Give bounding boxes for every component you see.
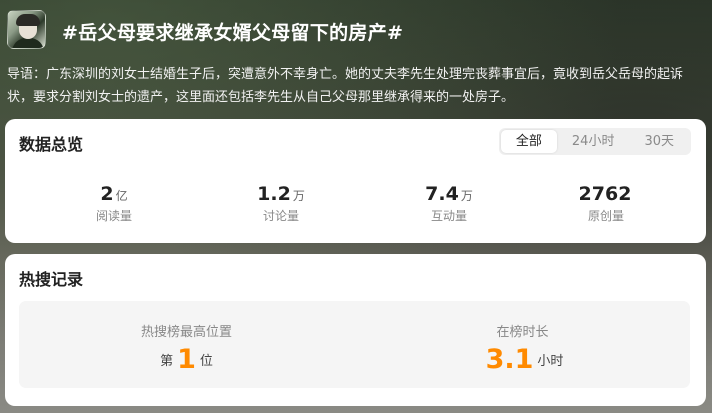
peak-suffix: 位 [199, 354, 213, 369]
stat-unit: 万 [292, 189, 305, 203]
tab-24h[interactable]: 24小时 [557, 130, 630, 153]
stat-label: 讨论量 [262, 209, 299, 223]
hot-search-card: 热搜记录 热搜榜最高位置 第1位 在榜时长 3.1 小时 [5, 254, 706, 406]
topic-avatar [7, 10, 46, 49]
peak-position-value: 第1位 [19, 344, 354, 375]
data-overview-title: 数据总览 [19, 135, 84, 154]
stat-value: 7.4 [425, 183, 459, 205]
hot-search-box: 热搜榜最高位置 第1位 在榜时长 3.1 小时 [19, 301, 690, 388]
duration-unit: 小时 [537, 354, 564, 369]
stat-originals: 2762 原创量 [522, 183, 690, 224]
stat-reads: 2亿 阅读量 [30, 183, 198, 224]
topic-header: #岳父母要求继承女婿父母留下的房产# [7, 10, 707, 50]
data-overview-card: 数据总览 全部 24小时 30天 2亿 阅读量 1.2 万 讨论量 7.4 万 互动… [5, 119, 706, 243]
stat-label: 阅读量 [95, 209, 132, 223]
stats-row: 2亿 阅读量 1.2 万 讨论量 7.4 万 互动量 2762 原创量 [5, 183, 706, 227]
time-on-list-caption: 在榜时长 [496, 325, 549, 340]
tab-30d[interactable]: 30天 [629, 130, 689, 153]
hot-search-title: 热搜记录 [19, 270, 84, 289]
stat-value: 1.2 [257, 183, 291, 205]
stat-label: 原创量 [587, 209, 624, 223]
time-on-list: 在榜时长 3.1 小时 [355, 301, 690, 388]
stat-interactions: 7.4 万 互动量 [365, 183, 533, 224]
time-range-tabs: 全部 24小时 30天 [498, 128, 691, 155]
stat-value: 2 [100, 183, 114, 205]
topic-intro: 导语：广东深圳的刘女士结婚生子后，突遭意外不幸身亡。她的丈夫李先生处理完丧葬事宜… [7, 67, 684, 105]
stat-unit: 万 [460, 189, 473, 203]
peak-prefix: 第 [160, 354, 174, 369]
stat-discussions: 1.2 万 讨论量 [197, 183, 365, 224]
peak-position: 热搜榜最高位置 第1位 [19, 301, 354, 388]
topic-title: #岳父母要求继承女婿父母留下的房产# [62, 22, 404, 44]
stat-value: 2762 [578, 183, 632, 205]
stat-unit: 亿 [115, 189, 128, 203]
tab-all[interactable]: 全部 [500, 130, 557, 153]
stat-label: 互动量 [430, 209, 467, 223]
peak-rank: 1 [177, 344, 196, 375]
duration-hours: 3.1 [485, 344, 534, 375]
peak-position-caption: 热搜榜最高位置 [140, 325, 232, 340]
time-on-list-value: 3.1 小时 [355, 344, 690, 375]
